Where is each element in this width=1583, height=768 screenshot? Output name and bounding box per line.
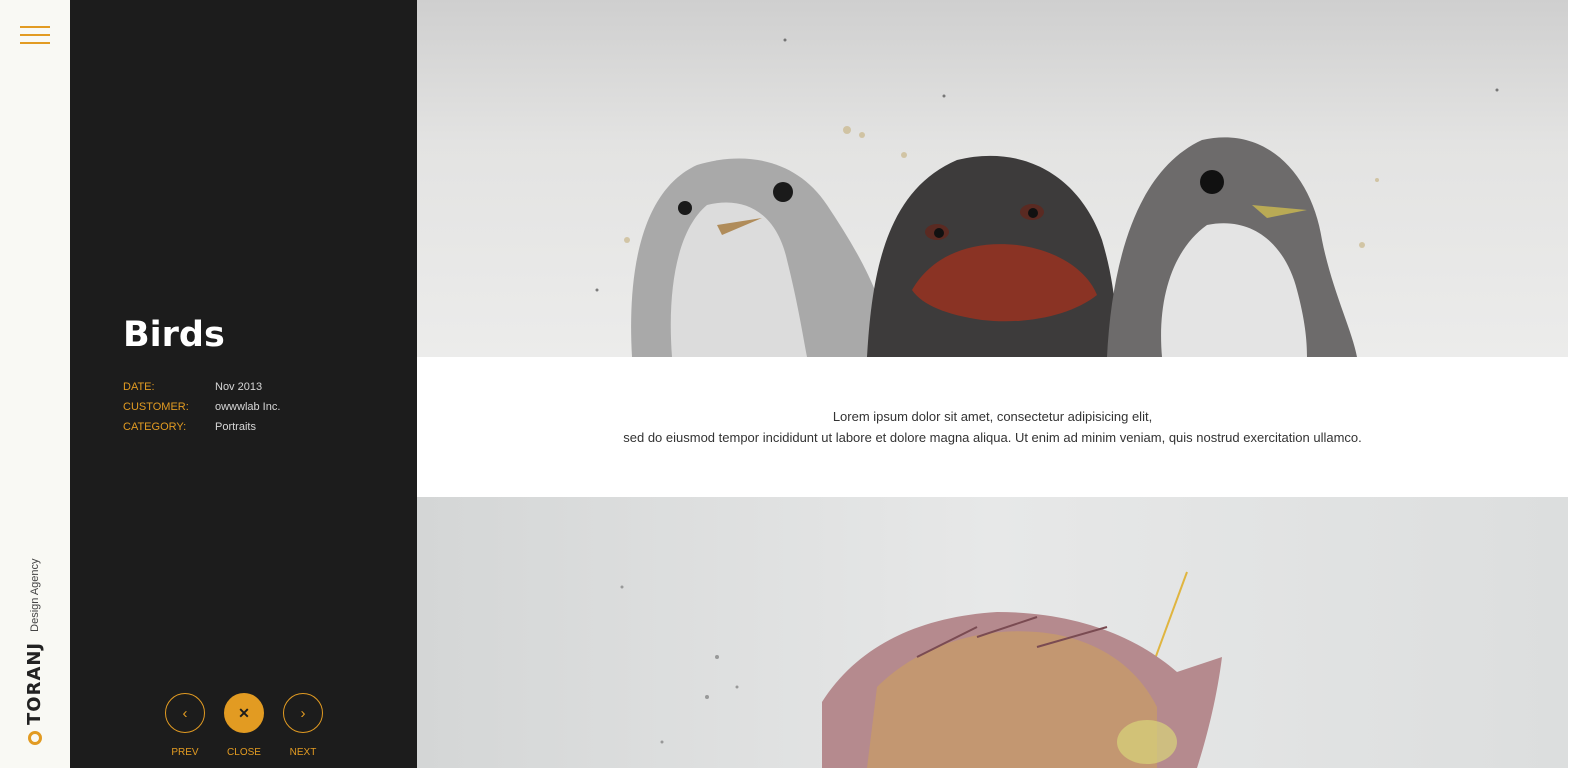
chevron-right-icon[interactable]: › — [283, 693, 323, 733]
next-button[interactable]: › NEXT — [283, 693, 323, 758]
description-line-1: Lorem ipsum dolor sit amet, consectetur … — [832, 409, 1153, 424]
bird-middle — [867, 155, 1117, 357]
meta-row-category: CATEGORY: Portraits — [123, 417, 280, 437]
meta-label: DATE: — [123, 381, 155, 393]
brand-name: TORANJ — [24, 641, 45, 725]
chevron-left-icon[interactable]: ‹ — [165, 693, 205, 733]
meta-row-date: DATE: Nov 2013 — [123, 377, 280, 397]
meta-value: owwwlab Inc. — [215, 401, 281, 413]
project-info-panel: Birds DATE: Nov 2013 CUSTOMER: owwwlab I… — [70, 0, 417, 768]
brand-tagline: Design Agency — [28, 558, 41, 632]
project-content: Lorem ipsum dolor sit amet, consectetur … — [417, 0, 1568, 768]
description-line-2: sed do eiusmod tempor incididunt ut labo… — [623, 430, 1362, 445]
meta-row-customer: CUSTOMER: owwwlab Inc. — [123, 397, 280, 417]
next-label[interactable]: NEXT — [290, 747, 317, 758]
page-scrollbar[interactable] — [1568, 0, 1583, 768]
birds-illustration — [595, 38, 1499, 357]
close-button[interactable]: ✕ CLOSE — [224, 693, 264, 758]
owl-watercolor-image — [417, 497, 1568, 768]
hamburger-menu-icon[interactable] — [20, 26, 50, 46]
meta-label: CUSTOMER: — [123, 401, 189, 413]
meta-label: CATEGORY: — [123, 421, 187, 433]
project-title: Birds — [123, 315, 225, 355]
brand-logo[interactable]: TORANJ Design Agency — [24, 558, 45, 745]
close-label[interactable]: CLOSE — [227, 747, 261, 758]
birds-watercolor-image — [417, 0, 1568, 357]
owl-illustration — [620, 571, 1222, 768]
project-meta: DATE: Nov 2013 CUSTOMER: owwwlab Inc. CA… — [123, 377, 280, 437]
bird-right — [1107, 137, 1357, 357]
brand-ring-icon — [27, 731, 42, 745]
prev-label[interactable]: PREV — [171, 747, 198, 758]
bird-left — [631, 158, 892, 357]
prev-button[interactable]: ‹ PREV — [165, 693, 205, 758]
close-icon[interactable]: ✕ — [224, 693, 264, 733]
meta-value: Nov 2013 — [215, 381, 263, 393]
project-description: Lorem ipsum dolor sit amet, consectetur … — [417, 357, 1568, 497]
left-rail: TORANJ Design Agency — [0, 0, 70, 768]
project-navigation: ‹ PREV ✕ CLOSE › NEXT — [165, 693, 323, 758]
meta-value: Portraits — [215, 421, 256, 433]
